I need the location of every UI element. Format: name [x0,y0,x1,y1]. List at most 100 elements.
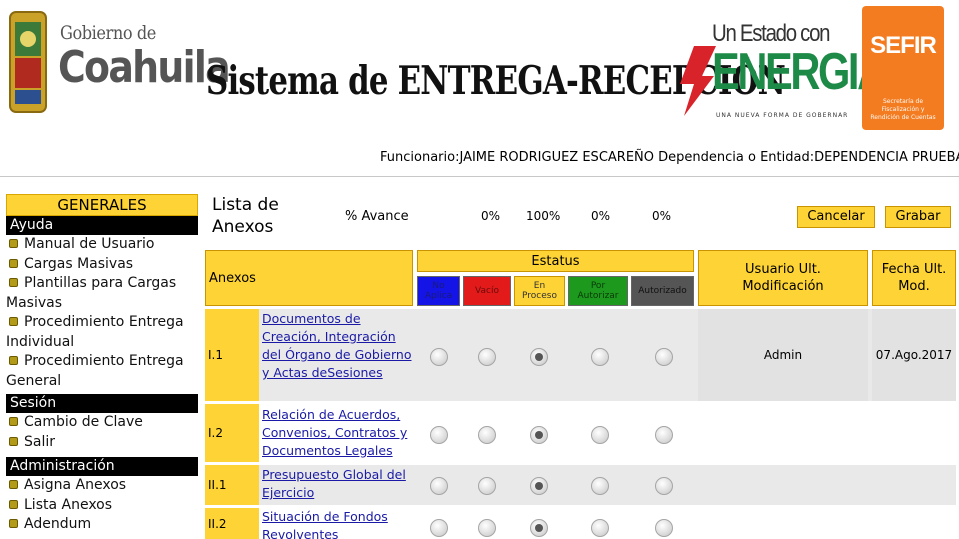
status-radio-por-autorizar[interactable] [591,426,609,444]
avance-label: % Avance [345,209,409,224]
page-header: Gobierno de Coahuila Sistema de ENTREGA-… [0,0,959,150]
status-radio-vacio[interactable] [478,477,496,495]
status-radio-vacio[interactable] [478,426,496,444]
sidebar-section-sesion: Sesión [6,394,198,413]
bullet-icon [9,317,18,326]
sidebar-item-plantillas[interactable]: Plantillas para Cargas Masivas [6,274,198,313]
col-header-fecha-label: Fecha Ult. Mod. [881,262,947,294]
sidebar-item-label: Cambio de Clave [24,414,143,430]
status-radio-en-proceso[interactable] [530,477,548,495]
status-radio-por-autorizar[interactable] [591,519,609,537]
status-radio-vacio[interactable] [478,348,496,366]
funcionario-label: Funcionario: [380,150,460,165]
status-radio-no-aplica[interactable] [430,426,448,444]
coahuila-coat-of-arms-icon [9,11,47,113]
anexo-link[interactable]: Situación de Fondos Revolventes [262,508,412,539]
sidebar-item-salir[interactable]: Salir [6,433,198,453]
sidebar: GENERALES Ayuda Manual de Usuario Cargas… [6,194,198,535]
bullet-icon [9,258,18,268]
bullet-icon [9,417,18,426]
sidebar-section-ayuda: Ayuda [6,216,198,235]
funcionario-name: JAIME RODRIGUEZ ESCAREÑO [459,150,654,165]
avance-value-no-aplica: 0% [481,209,501,223]
anexo-link[interactable]: Relación de Acuerdos, Convenios, Contrat… [262,406,412,460]
bullet-icon [9,239,18,248]
status-radio-en-proceso[interactable] [530,348,548,366]
gobierno-label: Gobierno de [60,22,156,44]
sidebar-item-lista-anexos[interactable]: Lista Anexos [6,496,198,516]
col-header-usuario: Usuario Ult. Modificación [698,250,868,306]
status-radio-no-aplica[interactable] [430,519,448,537]
status-radio-autorizado[interactable] [655,348,673,366]
status-radio-vacio[interactable] [478,519,496,537]
bullet-icon [9,436,18,446]
row-code: I.2 [205,404,259,462]
status-radio-autorizado[interactable] [655,477,673,495]
status-header-en-proceso: En Proceso [514,276,565,306]
status-header-no-aplica: No Aplica [417,276,460,306]
sefir-wordmark: SEFIR [870,32,937,59]
avance-value-en-proceso: 100% [526,209,561,223]
energia-tagline-bottom: UNA NUEVA FORMA DE GOBERNAR [716,112,849,119]
status-radio-por-autorizar[interactable] [591,477,609,495]
sidebar-item-manual-usuario[interactable]: Manual de Usuario [6,235,198,255]
col-header-estatus: Estatus [417,250,694,272]
bullet-icon [9,480,18,489]
status-header-autorizado: Autorizado [631,276,694,306]
row-user: Admin [698,309,868,401]
cancel-button[interactable]: Cancelar [797,206,875,228]
energia-wordmark: ENERGIA [712,43,887,101]
sidebar-item-label: Procedimiento Entrega Individual [6,314,184,350]
sidebar-item-label: Adendum [24,516,92,532]
sidebar-item-label: Procedimiento Entrega General [6,353,184,389]
avance-value-por-autorizar: 0% [591,209,611,223]
save-button[interactable]: Grabar [885,206,951,228]
avance-value-autorizado: 0% [652,209,672,223]
sidebar-item-cambio-clave[interactable]: Cambio de Clave [6,413,198,433]
sidebar-section-administracion: Administración [6,457,198,476]
row-date: 07.Ago.2017 [872,309,956,401]
sidebar-item-label: Asigna Anexos [24,477,127,493]
status-radio-autorizado[interactable] [655,519,673,537]
sidebar-title: GENERALES [6,194,198,216]
bullet-icon [9,519,18,528]
dependencia-name: DEPENDENCIA PRUEBA [814,150,959,165]
col-header-anexos-label: Anexos [209,270,256,286]
bullet-icon [9,499,18,509]
dependencia-label: Dependencia o Entidad: [654,150,815,165]
anexo-link[interactable]: Documentos de Creación, Integración del … [262,310,412,382]
anexo-link[interactable]: Presupuesto Global del Ejercicio [262,466,412,502]
status-radio-no-aplica[interactable] [430,477,448,495]
status-radio-por-autorizar[interactable] [591,348,609,366]
energia-logo: Un Estado con ENERGIA UNA NUEVA FORMA DE… [676,16,887,128]
row-code: II.2 [205,508,259,539]
col-header-fecha: Fecha Ult. Mod. [872,250,956,306]
status-header-por-autorizar: Por Autorizar [568,276,628,306]
col-header-estatus-label: Estatus [531,253,580,269]
sefir-subtitle: Secretaría de Fiscalización y Rendición … [870,98,936,121]
status-header-vacio: Vacío [463,276,511,306]
sidebar-item-label: Cargas Masivas [24,255,134,272]
page-title: Lista de Anexos [212,195,279,237]
status-radio-autorizado[interactable] [655,426,673,444]
col-header-usuario-label: Usuario Ult. Modificación [742,262,824,294]
row-code: I.1 [205,309,259,401]
status-radio-en-proceso[interactable] [530,426,548,444]
sefir-logo: SEFIR Secretaría de Fiscalización y Rend… [862,6,944,130]
status-radio-en-proceso[interactable] [530,519,548,537]
energia-arrow-icon [680,46,716,116]
sidebar-item-asigna-anexos[interactable]: Asigna Anexos [6,476,198,496]
bullet-icon [9,356,18,365]
sidebar-item-label: Salir [24,433,56,450]
header-divider [0,176,959,177]
sidebar-item-label: Lista Anexos [24,496,113,513]
sidebar-item-procedimiento-individual[interactable]: Procedimiento Entrega Individual [6,313,198,352]
status-radio-no-aplica[interactable] [430,348,448,366]
sidebar-item-label: Manual de Usuario [24,236,155,252]
sidebar-item-adendum[interactable]: Adendum [6,515,198,535]
sidebar-item-cargas-masivas[interactable]: Cargas Masivas [6,255,198,275]
col-header-anexos: Anexos [205,250,413,306]
coahuila-logo-text: Coahuila [58,42,231,93]
sidebar-item-label: Plantillas para Cargas Masivas [6,275,177,311]
sidebar-item-procedimiento-general[interactable]: Procedimiento Entrega General [6,352,198,391]
